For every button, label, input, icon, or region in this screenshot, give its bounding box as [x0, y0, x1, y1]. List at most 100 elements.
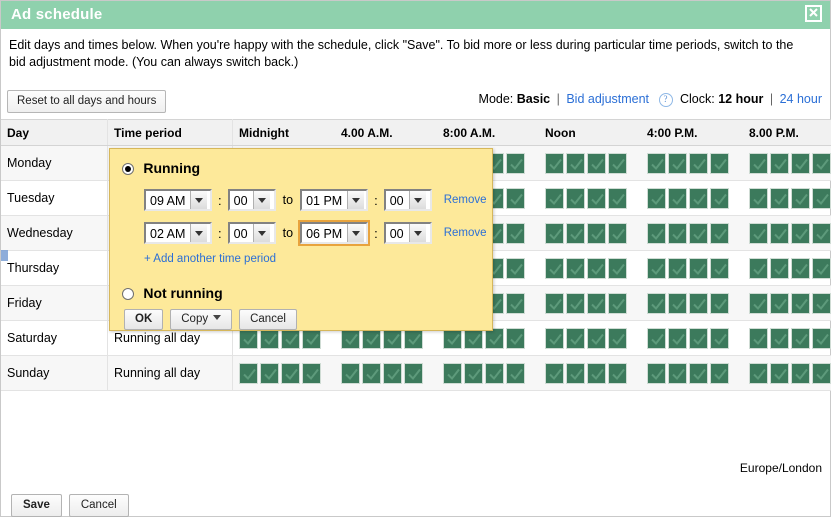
- hour-cell[interactable]: [506, 222, 525, 244]
- hour-cell[interactable]: [545, 292, 564, 314]
- not-running-radio[interactable]: [122, 288, 134, 300]
- save-button[interactable]: Save: [11, 494, 62, 517]
- hour-cell[interactable]: [545, 257, 564, 279]
- hour-cell[interactable]: [545, 222, 564, 244]
- popup-cancel-button[interactable]: Cancel: [239, 309, 297, 330]
- close-icon[interactable]: [805, 5, 822, 22]
- not-running-radio-row[interactable]: Not running: [122, 285, 223, 301]
- hour-cell[interactable]: [566, 187, 585, 209]
- hour-cell[interactable]: [608, 187, 627, 209]
- hour-cell[interactable]: [689, 152, 708, 174]
- add-another-time-period-link[interactable]: + Add another time period: [144, 253, 276, 265]
- hour-cell[interactable]: [668, 327, 687, 349]
- hour-cell[interactable]: [647, 292, 666, 314]
- hour-cell[interactable]: [506, 327, 525, 349]
- remove-time-period-link-2[interactable]: Remove: [444, 227, 487, 239]
- hour-cell[interactable]: [647, 222, 666, 244]
- hour-cell[interactable]: [749, 257, 768, 279]
- hour-cell[interactable]: [566, 222, 585, 244]
- hour-cell[interactable]: [608, 292, 627, 314]
- hour-cell[interactable]: [647, 362, 666, 384]
- clock-24-hour-link[interactable]: 24 hour: [780, 92, 822, 106]
- hour-cell[interactable]: [566, 327, 585, 349]
- popup-copy-button[interactable]: Copy: [170, 309, 233, 330]
- hour-cell[interactable]: [608, 327, 627, 349]
- hour-cell[interactable]: [749, 222, 768, 244]
- hour-cell[interactable]: [545, 327, 564, 349]
- hour-cell[interactable]: [647, 257, 666, 279]
- hour-cell[interactable]: [710, 222, 729, 244]
- hour-cell[interactable]: [791, 257, 810, 279]
- hour-cell[interactable]: [587, 187, 606, 209]
- hour-cell[interactable]: [506, 152, 525, 174]
- start-hour-select-1[interactable]: 09 AM: [144, 189, 212, 211]
- hour-cell[interactable]: [749, 362, 768, 384]
- hour-cell[interactable]: [710, 257, 729, 279]
- hour-cell[interactable]: [281, 362, 300, 384]
- hour-cell[interactable]: [668, 362, 687, 384]
- hour-cell[interactable]: [647, 187, 666, 209]
- start-hour-select-2[interactable]: 02 AM: [144, 222, 212, 244]
- hour-cell[interactable]: [689, 292, 708, 314]
- remove-time-period-link-1[interactable]: Remove: [444, 194, 487, 206]
- hour-cell[interactable]: [566, 362, 585, 384]
- reset-all-days-hours-button[interactable]: Reset to all days and hours: [7, 90, 167, 113]
- hour-cell[interactable]: [770, 257, 789, 279]
- hour-cell[interactable]: [689, 327, 708, 349]
- hour-cell[interactable]: [506, 187, 525, 209]
- hour-cell[interactable]: [749, 292, 768, 314]
- hour-cell[interactable]: [608, 362, 627, 384]
- hour-cell[interactable]: [506, 292, 525, 314]
- hour-cell[interactable]: [587, 327, 606, 349]
- hour-cell[interactable]: [791, 152, 810, 174]
- hour-cell[interactable]: [545, 362, 564, 384]
- start-minute-select-2[interactable]: 00: [227, 222, 276, 244]
- hour-cell[interactable]: [812, 222, 831, 244]
- hour-cell[interactable]: [791, 327, 810, 349]
- hour-cell[interactable]: [710, 292, 729, 314]
- hour-cell[interactable]: [545, 152, 564, 174]
- hour-cell[interactable]: [812, 257, 831, 279]
- hour-cell[interactable]: [770, 187, 789, 209]
- hour-cell[interactable]: [812, 292, 831, 314]
- end-hour-select-1[interactable]: 01 PM: [300, 189, 369, 211]
- hour-cell[interactable]: [710, 187, 729, 209]
- hour-cell[interactable]: [668, 292, 687, 314]
- hour-cell[interactable]: [812, 327, 831, 349]
- time-period-cell[interactable]: Running all day: [107, 355, 233, 391]
- hour-cell[interactable]: [383, 362, 402, 384]
- hour-cell[interactable]: [587, 292, 606, 314]
- hour-cell[interactable]: [791, 187, 810, 209]
- hour-cell[interactable]: [668, 257, 687, 279]
- hour-cell[interactable]: [770, 292, 789, 314]
- hour-cell[interactable]: [710, 362, 729, 384]
- hour-cell[interactable]: [485, 362, 504, 384]
- hour-cell[interactable]: [587, 222, 606, 244]
- running-radio[interactable]: [122, 163, 134, 175]
- hour-cell[interactable]: [260, 362, 279, 384]
- hour-cell[interactable]: [749, 152, 768, 174]
- row-drag-handle[interactable]: [1, 250, 8, 261]
- end-minute-select-2[interactable]: 00: [383, 222, 432, 244]
- hour-cell[interactable]: [608, 257, 627, 279]
- hour-cell[interactable]: [668, 152, 687, 174]
- running-radio-row[interactable]: Running: [122, 160, 200, 176]
- hour-cell[interactable]: [239, 362, 258, 384]
- end-minute-select-1[interactable]: 00: [383, 189, 432, 211]
- hour-cell[interactable]: [791, 222, 810, 244]
- hour-cell[interactable]: [587, 362, 606, 384]
- popup-ok-button[interactable]: OK: [124, 309, 164, 330]
- hour-cell[interactable]: [689, 187, 708, 209]
- hour-cell[interactable]: [689, 257, 708, 279]
- hour-cell[interactable]: [608, 152, 627, 174]
- hour-cell[interactable]: [506, 362, 525, 384]
- hour-cell[interactable]: [566, 152, 585, 174]
- hour-cell[interactable]: [506, 257, 525, 279]
- hour-cell[interactable]: [608, 222, 627, 244]
- hour-cell[interactable]: [770, 327, 789, 349]
- hour-cell[interactable]: [812, 152, 831, 174]
- start-minute-select-1[interactable]: 00: [227, 189, 276, 211]
- bid-adjustment-link[interactable]: Bid adjustment: [566, 92, 649, 106]
- hour-cell[interactable]: [689, 222, 708, 244]
- hour-cell[interactable]: [812, 187, 831, 209]
